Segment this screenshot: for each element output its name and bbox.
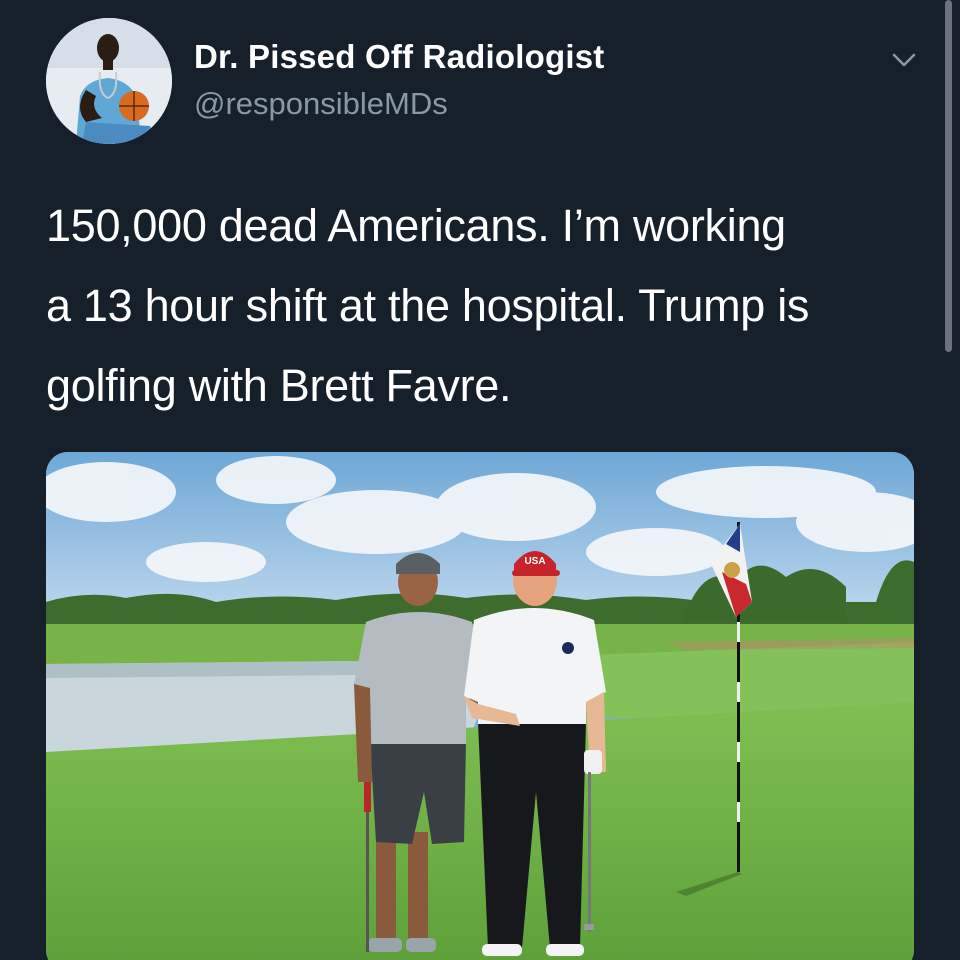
tweet-text-line: a 13 hour shift at the hospital. Trump i… bbox=[46, 280, 810, 331]
tweet-card: Dr. Pissed Off Radiologist @responsibleM… bbox=[0, 0, 960, 960]
golf-course-photo: USA bbox=[46, 452, 914, 960]
tweet-text-line: 150,000 dead Americans. I’m working bbox=[46, 200, 786, 251]
tweet-text-line: golfing with Brett Favre. bbox=[46, 360, 512, 411]
display-name[interactable]: Dr. Pissed Off Radiologist bbox=[194, 38, 604, 76]
tweet-photo[interactable]: USA bbox=[46, 452, 914, 960]
avatar-image bbox=[46, 18, 172, 144]
avatar[interactable] bbox=[46, 18, 172, 144]
tweet-text: 150,000 dead Americans. I’m working a 13… bbox=[46, 186, 926, 426]
cap-text: USA bbox=[524, 556, 545, 567]
scrollbar[interactable] bbox=[945, 0, 952, 352]
user-handle[interactable]: @responsibleMDs bbox=[194, 86, 448, 122]
chevron-down-icon[interactable] bbox=[884, 40, 924, 80]
